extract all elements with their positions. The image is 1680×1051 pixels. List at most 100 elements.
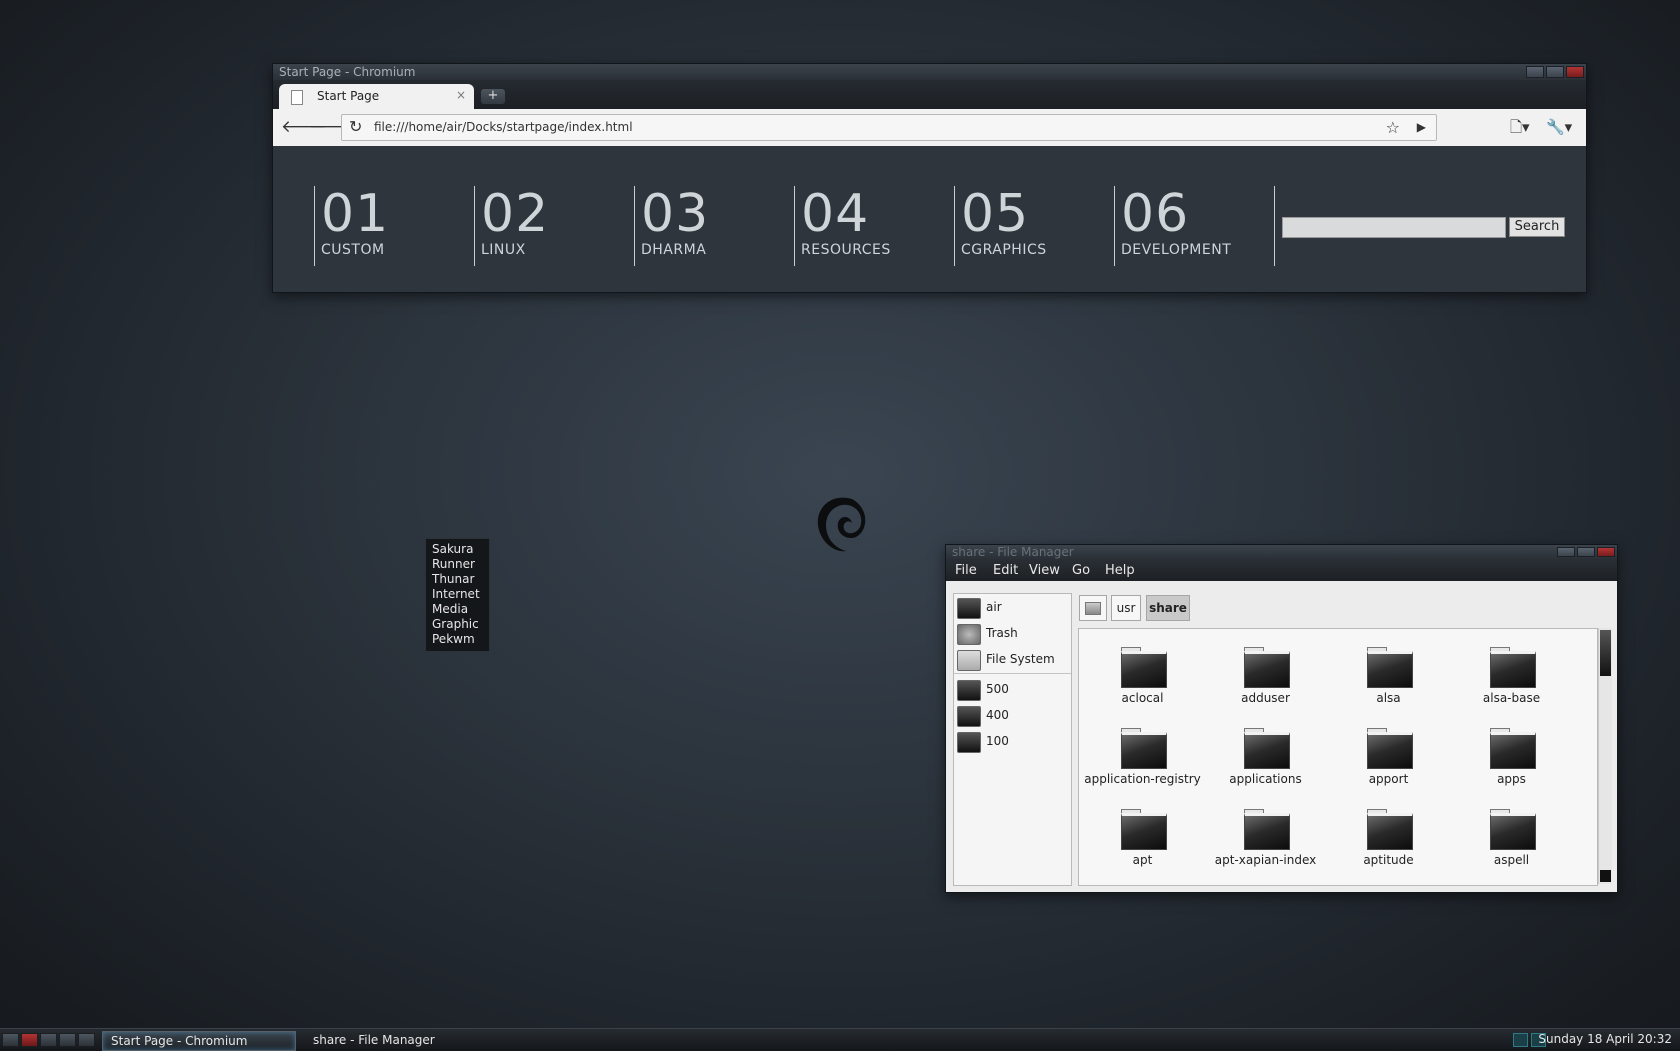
- chromium-window-buttons: [1526, 66, 1584, 78]
- new-tab-button[interactable]: +: [481, 89, 505, 104]
- home-folder-icon: [957, 598, 981, 619]
- menu-item-runner[interactable]: Runner: [426, 557, 489, 572]
- category-number: 04: [801, 184, 870, 244]
- maximize-button[interactable]: [1577, 547, 1595, 557]
- maximize-button[interactable]: [1546, 66, 1564, 78]
- search-button[interactable]: Search: [1509, 217, 1565, 237]
- drive-icon: [1085, 602, 1101, 615]
- panel-clock: Sunday 18 April 20:32: [1538, 1032, 1672, 1046]
- root-menu: Sakura Runner Thunar Internet Media Grap…: [425, 538, 490, 652]
- tray-play-icon[interactable]: [1513, 1033, 1528, 1047]
- folder-label: application-registry: [1084, 772, 1201, 786]
- close-button[interactable]: [1566, 66, 1584, 78]
- tab-start-page[interactable]: Start Page ×: [279, 84, 474, 109]
- menu-item-internet[interactable]: Internet: [426, 587, 489, 602]
- folder-item[interactable]: alsa: [1327, 639, 1450, 715]
- minimize-button[interactable]: [1557, 547, 1575, 557]
- sidebar-item-100[interactable]: 100: [956, 730, 1068, 754]
- sidebar-item-500[interactable]: 500: [956, 678, 1068, 702]
- folder-icon: [957, 732, 981, 753]
- category-development[interactable]: 06 DEVELOPMENT: [1114, 186, 1231, 266]
- category-label: LINUX: [481, 242, 526, 258]
- category-label: DEVELOPMENT: [1121, 242, 1232, 258]
- sidebar-item-label: 400: [986, 708, 1009, 722]
- workspace-1[interactable]: [2, 1033, 19, 1047]
- omnibox[interactable]: ↻ file:///home/air/Docks/startpage/index…: [341, 114, 1437, 141]
- sidebar-item-trash[interactable]: Trash: [956, 622, 1068, 646]
- category-resources[interactable]: 04 RESOURCES: [794, 186, 891, 266]
- folder-item[interactable]: aptitude: [1327, 801, 1450, 877]
- page-icon: [291, 90, 303, 105]
- category-linux[interactable]: 02 LINUX: [474, 186, 549, 266]
- path-share-button[interactable]: share: [1146, 595, 1190, 621]
- folder-item[interactable]: application-registry: [1081, 720, 1204, 796]
- fm-sidebar: air Trash File System 500 400 100: [953, 593, 1072, 886]
- chromium-titlebar[interactable]: Start Page - Chromium: [273, 64, 1586, 80]
- folder-icon: [1367, 647, 1413, 688]
- play-icon[interactable]: ▶: [1417, 115, 1426, 140]
- fm-titlebar[interactable]: share - File Manager: [946, 545, 1617, 559]
- folder-item[interactable]: apt-xapian-index: [1204, 801, 1327, 877]
- sidebar-item-file-system[interactable]: File System: [956, 648, 1068, 672]
- sidebar-item-label: File System: [986, 652, 1055, 666]
- folder-label: alsa-base: [1482, 691, 1541, 705]
- start-page-content: 01 CUSTOM 02 LINUX 03 DHARMA 04 RESOURCE…: [273, 146, 1586, 292]
- folder-item[interactable]: adduser: [1204, 639, 1327, 715]
- scrollbar-thumb[interactable]: [1600, 630, 1611, 676]
- workspace-4[interactable]: [59, 1033, 76, 1047]
- trash-icon: [957, 624, 981, 645]
- scrollbar-end[interactable]: [1600, 870, 1611, 882]
- menu-help[interactable]: Help: [1105, 563, 1135, 578]
- workspace-5[interactable]: [78, 1033, 95, 1047]
- folder-item[interactable]: aclocal: [1081, 639, 1204, 715]
- category-divider: [1274, 186, 1275, 266]
- menu-go[interactable]: Go: [1072, 563, 1090, 578]
- category-number: 03: [641, 184, 710, 244]
- reload-icon[interactable]: ↻: [349, 117, 362, 137]
- folder-item[interactable]: aspell: [1450, 801, 1573, 877]
- wrench-menu-icon[interactable]: 🔧▾: [1546, 117, 1572, 137]
- sidebar-item-label: Trash: [986, 626, 1018, 640]
- category-custom[interactable]: 01 CUSTOM: [314, 186, 389, 266]
- menu-item-media[interactable]: Media: [426, 602, 489, 617]
- category-number: 05: [961, 184, 1030, 244]
- menu-file[interactable]: File: [955, 563, 977, 578]
- menu-item-thunar[interactable]: Thunar: [426, 572, 489, 587]
- path-root-button[interactable]: [1079, 595, 1107, 621]
- sidebar-item-air[interactable]: air: [956, 596, 1068, 620]
- close-button[interactable]: [1597, 547, 1615, 557]
- minimize-button[interactable]: [1526, 66, 1544, 78]
- menu-item-graphic[interactable]: Graphic: [426, 617, 489, 632]
- workspace-2[interactable]: [21, 1033, 38, 1047]
- menu-item-sakura[interactable]: Sakura: [426, 542, 489, 557]
- workspace-3[interactable]: [40, 1033, 57, 1047]
- folder-icon: [1121, 809, 1167, 850]
- bookmark-star-icon[interactable]: ☆: [1386, 115, 1400, 140]
- sidebar-divider: [954, 673, 1071, 674]
- search-input[interactable]: [1282, 217, 1506, 238]
- category-cgraphics[interactable]: 05 CGRAPHICS: [954, 186, 1047, 266]
- folder-item[interactable]: applications: [1204, 720, 1327, 796]
- task-file-manager[interactable]: share - File Manager: [305, 1031, 463, 1049]
- category-number: 01: [321, 184, 390, 244]
- category-dharma[interactable]: 03 DHARMA: [634, 186, 709, 266]
- folder-item[interactable]: apport: [1327, 720, 1450, 796]
- sidebar-item-400[interactable]: 400: [956, 704, 1068, 728]
- folder-item[interactable]: apt: [1081, 801, 1204, 877]
- sidebar-item-label: 500: [986, 682, 1009, 696]
- folder-icon: [1490, 809, 1536, 850]
- vertical-scrollbar[interactable]: [1598, 628, 1612, 884]
- folder-label: apport: [1368, 772, 1409, 786]
- folder-item[interactable]: apps: [1450, 720, 1573, 796]
- menu-item-pekwm[interactable]: Pekwm: [426, 632, 489, 647]
- path-usr-button[interactable]: usr: [1111, 595, 1141, 621]
- folder-icon: [1490, 647, 1536, 688]
- folder-item[interactable]: alsa-base: [1450, 639, 1573, 715]
- folder-icon: [1244, 647, 1290, 688]
- page-menu-icon[interactable]: 🗋▾: [1510, 117, 1530, 137]
- menu-edit[interactable]: Edit: [993, 563, 1018, 578]
- task-chromium[interactable]: Start Page - Chromium: [102, 1031, 296, 1051]
- chromium-window: Start Page - Chromium Start Page × + 🡐 🡒…: [272, 63, 1587, 293]
- menu-view[interactable]: View: [1029, 563, 1060, 578]
- tab-close-icon[interactable]: ×: [456, 88, 466, 102]
